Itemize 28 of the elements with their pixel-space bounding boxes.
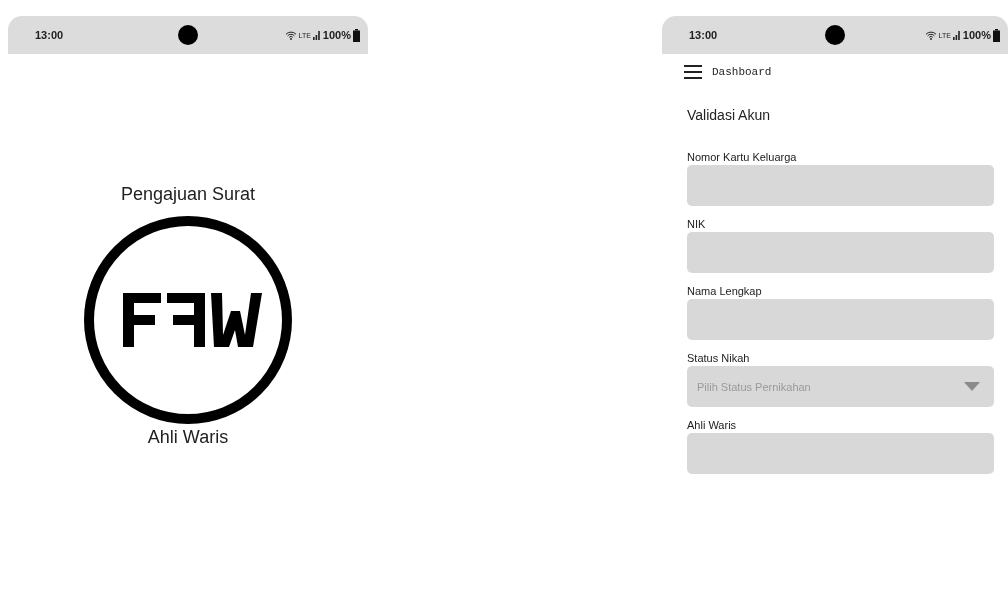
menu-icon[interactable] bbox=[684, 65, 702, 79]
status-time: 13:00 bbox=[689, 29, 718, 41]
battery-percent: 100% bbox=[322, 29, 351, 41]
field-label: Nama Lengkap bbox=[687, 285, 763, 297]
splash-title: Pengajuan Surat bbox=[120, 184, 256, 205]
battery-icon bbox=[353, 28, 360, 42]
field-label: Nomor Kartu Keluarga bbox=[687, 151, 798, 163]
camera-cutout bbox=[178, 25, 198, 45]
battery-icon bbox=[993, 28, 1000, 42]
input-field[interactable] bbox=[687, 433, 994, 474]
battery-percent: 100% bbox=[962, 29, 991, 41]
input-field[interactable] bbox=[687, 165, 994, 206]
caret-icon bbox=[964, 382, 980, 391]
field-label: Status Nikah bbox=[687, 352, 751, 364]
splash-subtitle: Ahli Waris bbox=[147, 427, 229, 448]
input-field[interactable] bbox=[687, 299, 994, 340]
dropdown-field[interactable]: Pilih Status Pernikahan bbox=[687, 366, 994, 407]
wifi-icon bbox=[924, 30, 937, 40]
input-field[interactable] bbox=[687, 232, 994, 273]
field-label: Ahli Waris bbox=[687, 419, 738, 431]
wifi-icon bbox=[284, 30, 297, 40]
signal-icon bbox=[952, 30, 961, 40]
status-time: 13:00 bbox=[35, 29, 64, 41]
app-bar-title: Dashboard bbox=[712, 66, 772, 78]
field-label: NIK bbox=[687, 218, 707, 230]
form-heading: Validasi Akun bbox=[687, 107, 771, 123]
camera-cutout bbox=[825, 25, 845, 45]
signal-icon bbox=[312, 30, 321, 40]
